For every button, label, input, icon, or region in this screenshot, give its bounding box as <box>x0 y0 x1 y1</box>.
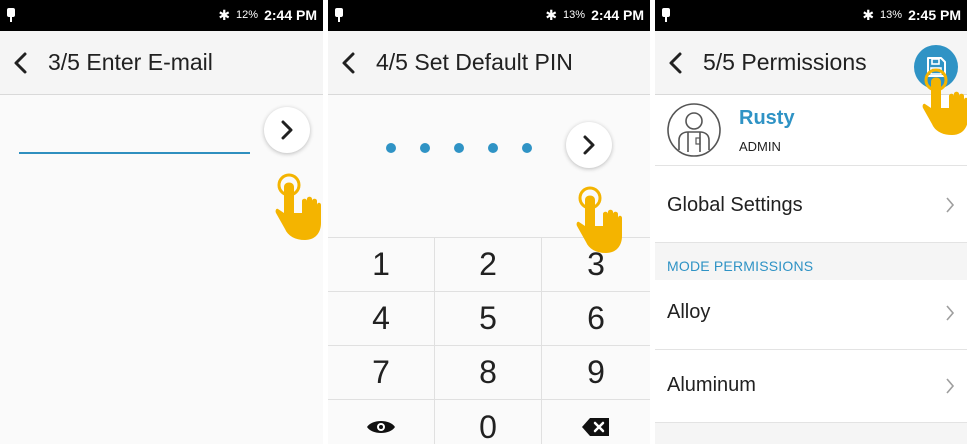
chevron-right-icon <box>946 305 955 321</box>
screen-permissions: ✱ 13% 2:45 PM 5/5 Permissions Rusty ADMI… <box>655 0 967 444</box>
mode-label: Aluminum <box>667 374 756 396</box>
section-header-mode-permissions: MODE PERMISSIONS <box>667 258 814 274</box>
battery-level: 13% <box>880 9 903 21</box>
battery-level: 12% <box>236 9 259 21</box>
page-title: 4/5 Set Default PIN <box>376 49 573 75</box>
status-time: 2:45 PM <box>908 7 961 23</box>
mode-row-alloy[interactable]: Alloy <box>655 280 967 350</box>
notification-icon <box>662 8 670 22</box>
tap-hand-icon <box>275 173 321 240</box>
key-8[interactable]: 8 <box>435 346 542 400</box>
tap-hand-icon <box>922 68 967 135</box>
pin-dot <box>386 143 396 153</box>
backspace-icon <box>582 418 609 436</box>
chevron-right-icon <box>946 378 955 394</box>
next-button[interactable] <box>566 122 612 168</box>
key-6[interactable]: 6 <box>542 292 650 346</box>
mode-label: Alloy <box>667 301 711 323</box>
email-form <box>0 95 323 444</box>
mode-row-aluminum[interactable]: Aluminum <box>655 350 967 423</box>
back-icon[interactable] <box>8 49 34 77</box>
status-time: 2:44 PM <box>264 7 317 23</box>
key-5[interactable]: 5 <box>435 292 542 346</box>
pin-dot <box>522 143 532 153</box>
app-bar: 3/5 Enter E-mail <box>0 31 323 95</box>
eye-icon <box>367 421 395 433</box>
reveal-pin-button[interactable] <box>328 400 435 444</box>
page-title: 3/5 Enter E-mail <box>48 49 213 75</box>
status-bar: ✱ 13% 2:44 PM <box>328 0 650 31</box>
screen-set-pin: ✱ 13% 2:44 PM 4/5 Set Default PIN 1 2 3 … <box>328 0 650 444</box>
key-4[interactable]: 4 <box>328 292 435 346</box>
bluetooth-icon: ✱ <box>218 7 231 23</box>
screen-enter-email: ✱ 12% 2:44 PM 3/5 Enter E-mail <box>0 0 323 444</box>
global-settings-row[interactable]: Global Settings <box>655 166 967 243</box>
bluetooth-icon: ✱ <box>545 7 558 23</box>
key-0[interactable]: 0 <box>435 400 542 444</box>
tap-hand-icon <box>576 186 622 253</box>
back-icon[interactable] <box>336 49 362 77</box>
pin-dot <box>420 143 430 153</box>
key-7[interactable]: 7 <box>328 346 435 400</box>
app-bar: 4/5 Set Default PIN <box>328 31 650 95</box>
user-role: ADMIN <box>739 139 781 154</box>
backspace-button[interactable] <box>542 400 650 444</box>
status-time: 2:44 PM <box>591 7 644 23</box>
chevron-right-icon <box>281 120 293 140</box>
global-settings-label: Global Settings <box>667 194 803 216</box>
chevron-right-icon <box>583 135 595 155</box>
email-field[interactable] <box>19 152 250 154</box>
key-2[interactable]: 2 <box>435 238 542 292</box>
status-bar: ✱ 12% 2:44 PM <box>0 0 323 31</box>
page-title: 5/5 Permissions <box>703 49 867 75</box>
key-1[interactable]: 1 <box>328 238 435 292</box>
chevron-right-icon <box>946 197 955 213</box>
pin-dot <box>454 143 464 153</box>
pin-dot <box>488 143 498 153</box>
pin-indicator <box>386 143 532 153</box>
battery-level: 13% <box>563 9 586 21</box>
key-9[interactable]: 9 <box>542 346 650 400</box>
user-card: Rusty ADMIN <box>655 95 967 166</box>
permissions-list: Rusty ADMIN Global Settings MODE PERMISS… <box>655 95 967 444</box>
next-button[interactable] <box>264 107 310 153</box>
notification-icon <box>335 8 343 22</box>
back-icon[interactable] <box>663 49 689 77</box>
numeric-keypad: 1 2 3 4 5 6 7 8 9 0 <box>328 237 650 444</box>
user-name: Rusty <box>739 107 795 129</box>
bluetooth-icon: ✱ <box>862 7 875 23</box>
notification-icon <box>7 8 15 22</box>
user-avatar-icon <box>667 103 721 157</box>
status-bar: ✱ 13% 2:45 PM <box>655 0 967 31</box>
